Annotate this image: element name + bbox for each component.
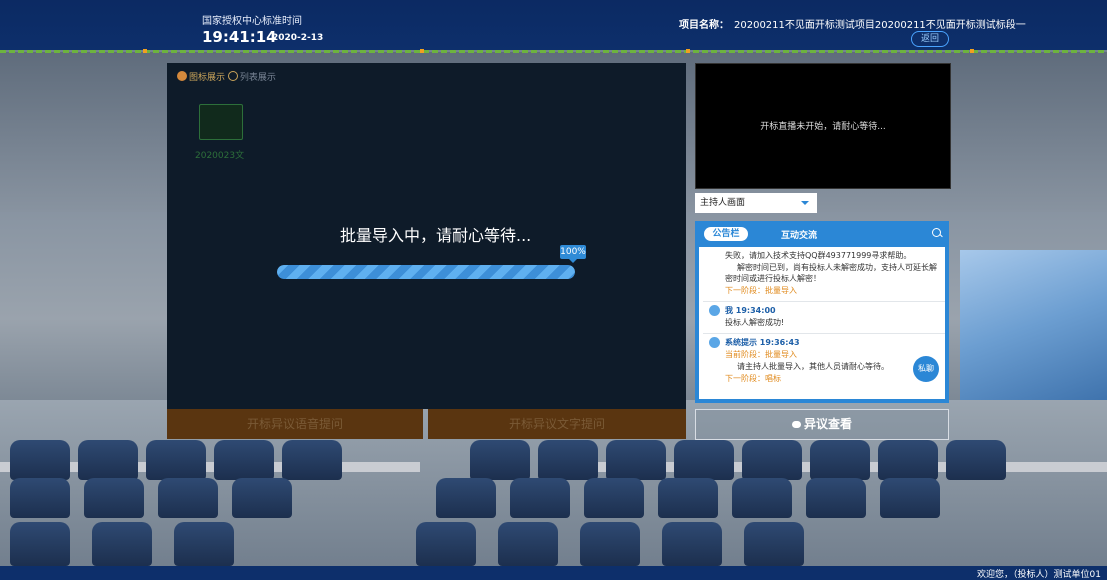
back-button[interactable]: 返回	[911, 31, 949, 47]
chat-messages[interactable]: 失败，请加入技术支持QQ群493771999寻求帮助。 解密时间已到，尚有投标人…	[703, 247, 945, 399]
view-objections-label: 异议查看	[803, 417, 852, 431]
message-sender: 我 19:34:00	[725, 306, 776, 315]
folder-label: 2020023文	[195, 151, 245, 161]
tab-interaction[interactable]: 互动交流	[781, 228, 817, 241]
top-header: 国家授权中心标准时间 19:41:14 2020-2-13 项目名称： 2020…	[0, 0, 1107, 50]
avatar-icon	[709, 337, 720, 348]
voice-objection-button[interactable]: 开标异议语音提问	[167, 409, 423, 439]
radio-icon	[227, 71, 238, 81]
header-marker	[970, 49, 974, 53]
message-sender: 系统提示 19:36:43	[725, 338, 800, 347]
project-name: 20200211不见面开标测试项目20200211不见面开标测试标段一	[734, 20, 1026, 31]
progress-percent: 100%	[560, 245, 586, 263]
footer-bar: 欢迎您，（投标人）测试单位01	[0, 566, 1107, 580]
chat-message: 失败，请加入技术支持QQ群493771999寻求帮助。 解密时间已到，尚有投标人…	[703, 247, 945, 302]
background-chairs	[0, 478, 1107, 518]
background-window	[960, 250, 1107, 400]
private-chat-button[interactable]: 私聊	[913, 356, 939, 382]
tab-notice-board[interactable]: 公告栏	[704, 227, 748, 241]
message-text: 解密时间已到，尚有投标人未解密成功，支持人可延长解密时间或进行投标人解密！	[725, 263, 937, 283]
view-select-value: 主持人画面	[700, 198, 746, 208]
message-text: 投标人解密成功!	[725, 318, 785, 327]
clock: 19:41:14	[202, 28, 277, 46]
chat-bubble-icon	[791, 421, 801, 428]
message-text: 请主持人批量导入，其他人员请耐心等待。	[737, 362, 889, 371]
welcome-text: 欢迎您，（投标人）测试单位01	[977, 570, 1101, 580]
view-option-list[interactable]: 列表展示	[227, 71, 276, 83]
progress-bar	[277, 265, 575, 279]
avatar-icon	[709, 305, 720, 316]
text-objection-button[interactable]: 开标异议文字提问	[428, 409, 686, 439]
chat-panel: 失败，请加入技术支持QQ群493771999寻求帮助。 解密时间已到，尚有投标人…	[695, 221, 949, 403]
live-video: 开标直播未开始，请耐心等待...	[695, 63, 951, 189]
chat-message: 我 19:34:00 投标人解密成功!	[703, 302, 945, 334]
progress-fill	[277, 265, 575, 279]
view-option-icon[interactable]: 图标展示	[177, 71, 225, 83]
view-objections-button[interactable]: 异议查看	[695, 409, 949, 440]
current-stage: 当前阶段：批量导入	[725, 350, 797, 359]
view-select[interactable]: 主持人画面	[695, 193, 817, 213]
caret-down-icon	[801, 201, 809, 209]
project-label: 项目名称：	[679, 20, 729, 31]
loading-message: 批量导入中，请耐心等待...	[340, 226, 532, 245]
header-divider	[0, 50, 1107, 53]
view-toggle: 图标展示 列表展示	[177, 70, 276, 83]
header-marker	[420, 49, 424, 53]
message-text: 失败，请加入技术支持QQ群493771999寻求帮助。	[725, 251, 912, 260]
header-marker	[686, 49, 690, 53]
next-stage: 下一阶段：批量导入	[725, 286, 797, 295]
folder-icon[interactable]	[199, 104, 243, 140]
header-marker	[143, 49, 147, 53]
background-chairs	[0, 522, 1107, 566]
video-message: 开标直播未开始，请耐心等待...	[760, 122, 886, 132]
search-icon[interactable]	[932, 228, 941, 237]
time-label: 国家授权中心标准时间	[202, 16, 302, 27]
radio-selected-icon	[177, 71, 187, 81]
chat-message: 系统提示 19:36:43 当前阶段：批量导入 请主持人批量导入，其他人员请耐心…	[703, 334, 945, 389]
next-stage: 下一阶段：唱标	[725, 374, 781, 383]
background-chairs	[0, 440, 1107, 480]
chat-tabs: 公告栏 互动交流	[695, 221, 949, 247]
date: 2020-2-13	[272, 33, 324, 43]
